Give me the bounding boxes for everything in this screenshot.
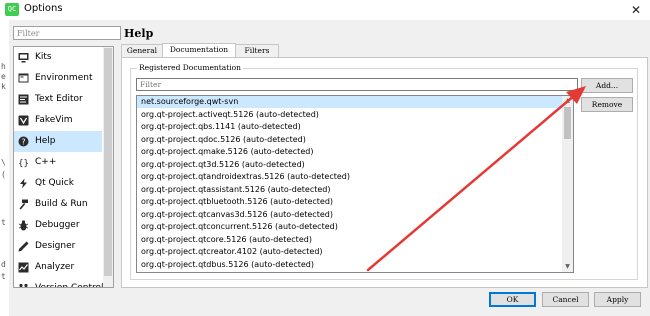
sidebar-scrollbar-thumb[interactable] [104,48,112,276]
list-item[interactable]: org.qt-project.qtcreator.4102 (auto-dete… [137,246,566,258]
documentation-list-scrollbar-thumb[interactable] [564,107,571,139]
sidebar-item-fakevim[interactable]: FakeVim [14,110,102,131]
list-item[interactable]: org.qt-project.activeqt.5126 (auto-detec… [137,109,566,121]
options-panel: Kits Environment Text Editor FakeVim ? H… [9,20,650,316]
text-editor-icon [18,94,29,105]
scroll-up-arrow-icon[interactable]: ▲ [562,96,573,106]
pen-icon [18,241,29,252]
list-item[interactable]: org.qt-project.qtandroidextras.5126 (aut… [137,171,566,183]
list-item[interactable]: org.qt-project.qtcanvas3d.5126 (auto-det… [137,209,566,221]
svg-text:?: ? [21,137,25,146]
analyzer-icon [18,262,29,273]
qt-creator-app-icon: QC [5,3,19,16]
qt-quick-icon [18,178,29,189]
scroll-down-arrow-icon[interactable]: ▼ [562,262,573,272]
sidebar-item-cpp[interactable]: {} C++ [14,152,102,173]
list-item[interactable]: org.qt-project.qt3d.5126 (auto-detected) [137,159,566,171]
monitor-icon [18,52,29,63]
bug-icon [18,220,29,231]
sidebar-scrollbar[interactable] [103,47,113,287]
svg-text:{}: {} [18,159,29,168]
add-documentation-button[interactable]: Add... [581,78,633,93]
documentation-list-scrollbar[interactable]: ▲ ▼ [562,96,573,272]
list-item[interactable]: org.qt-project.qtbluetooth.5126 (auto-de… [137,196,566,208]
sidebar-item-build-run[interactable]: Build & Run [14,194,102,215]
background-window-strip: h e k \ ( t d t [0,20,9,316]
fakevim-icon [18,115,29,126]
close-window-button[interactable]: ✕ [622,0,650,20]
sidebar-item-environment[interactable]: Environment [14,68,102,89]
list-item[interactable]: net.sourceforge.qwt-svn [137,96,566,108]
list-item[interactable]: org.qt-project.qbs.1141 (auto-detected) [137,121,566,133]
list-item[interactable]: org.qt-project.qmake.5126 (auto-detected… [137,146,566,158]
help-icon: ? [18,136,29,147]
documentation-filter-input[interactable] [136,78,578,91]
apply-button[interactable]: Apply [594,292,641,307]
window-title: Options [24,3,63,14]
sidebar-item-debugger[interactable]: Debugger [14,215,102,236]
ok-button[interactable]: OK [489,292,536,307]
group-title: Registered Documentation [137,63,243,72]
sidebar-item-designer[interactable]: Designer [14,236,102,257]
documentation-tab-pane: Registered Documentation Add... Remove n… [121,57,648,288]
cancel-button[interactable]: Cancel [542,292,589,307]
tab-filters[interactable]: Filters [235,44,279,57]
list-item[interactable]: org.qt-project.qtconcurrent.5126 (auto-d… [137,221,566,233]
sidebar-item-kits[interactable]: Kits [14,47,102,68]
list-item[interactable]: org.qt-project.qdoc.5126 (auto-detected) [137,134,566,146]
tab-general[interactable]: General [121,44,163,57]
list-item[interactable]: org.qt-project.qtassistant.5126 (auto-de… [137,184,566,196]
options-category-list: Kits Environment Text Editor FakeVim ? H… [13,46,114,288]
sidebar-item-analyzer[interactable]: Analyzer [14,257,102,278]
environment-icon [18,73,29,84]
sidebar-filter-input[interactable] [13,26,121,40]
tab-documentation[interactable]: Documentation [162,43,236,58]
title-bar: QC Options ✕ [0,0,650,20]
hammer-icon [18,199,29,210]
page-title: Help [124,27,154,40]
version-control-icon [18,283,29,287]
registered-documentation-group: Registered Documentation Add... Remove n… [130,63,638,280]
list-item[interactable]: org.qt-project.qtcore.5126 (auto-detecte… [137,234,566,246]
sidebar-item-qt-quick[interactable]: Qt Quick [14,173,102,194]
sidebar-item-help[interactable]: ? Help [14,131,102,152]
sidebar-item-text-editor[interactable]: Text Editor [14,89,102,110]
sidebar-item-version-control[interactable]: Version Control [14,278,104,287]
remove-documentation-button[interactable]: Remove [581,97,633,112]
braces-icon: {} [18,157,29,168]
documentation-list: net.sourceforge.qwt-svn org.qt-project.a… [136,95,574,273]
list-item[interactable]: org.qt-project.qtdbus.5126 (auto-detecte… [137,259,566,271]
